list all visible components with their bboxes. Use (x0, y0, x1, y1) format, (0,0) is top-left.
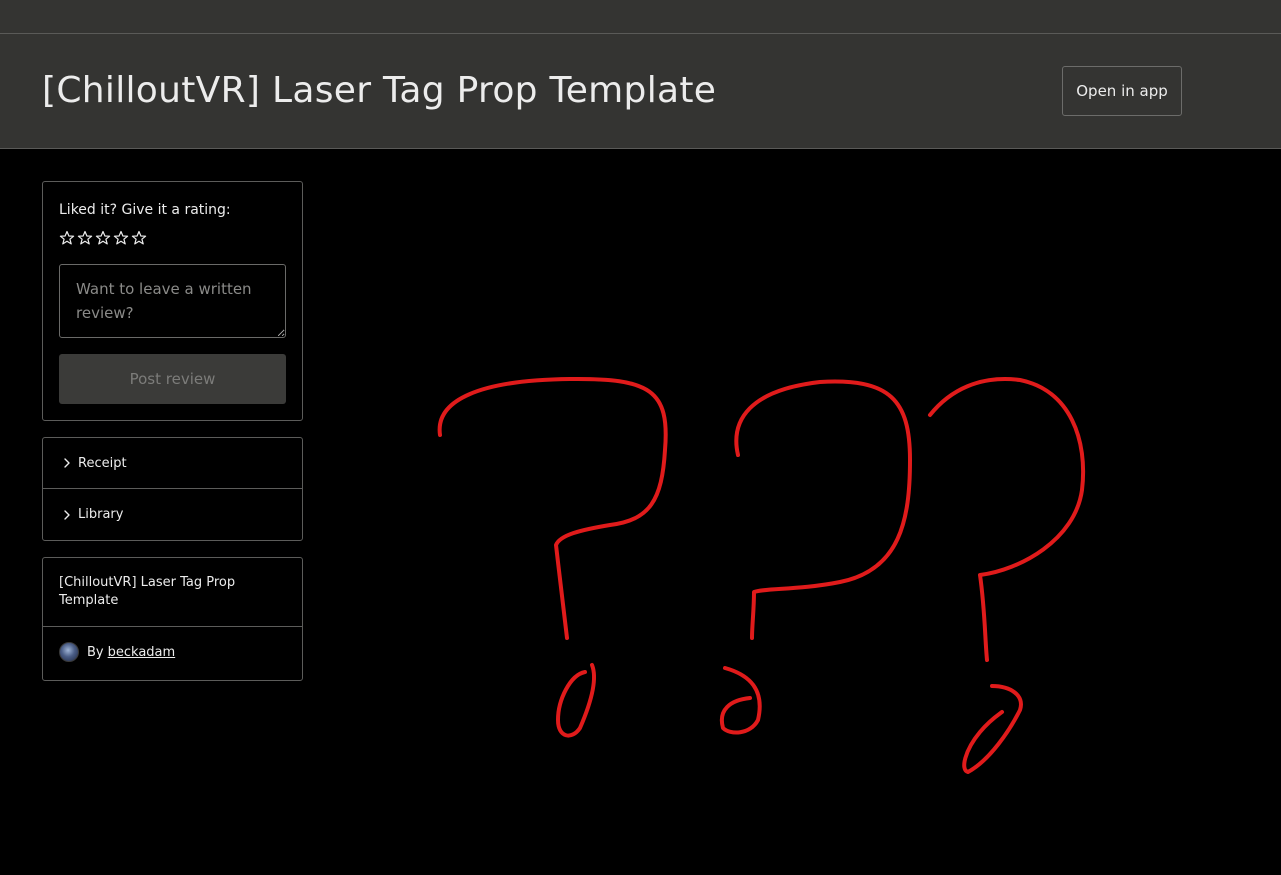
chevron-right-icon (61, 457, 73, 469)
item-title: [ChilloutVR] Laser Tag Prop Template (59, 575, 236, 608)
question-marks-drawing (437, 376, 1086, 774)
accordion-item-library[interactable]: Library (43, 489, 302, 540)
accordion-label-library: Library (78, 507, 124, 522)
star-icon-2[interactable] (77, 230, 93, 246)
by-label: By (87, 644, 104, 660)
star-icon-4[interactable] (113, 230, 129, 246)
review-textarea[interactable] (59, 264, 286, 338)
star-icon-3[interactable] (95, 230, 111, 246)
page-title: [ChilloutVR] Laser Tag Prop Template (42, 70, 717, 111)
author-row: By beckadam (59, 642, 175, 662)
page-header: [ChilloutVR] Laser Tag Prop Template Ope… (0, 34, 1281, 149)
accordion-label-receipt: Receipt (78, 455, 127, 471)
accordion-card: Receipt Library (42, 437, 303, 541)
avatar (59, 642, 79, 662)
open-in-app-button[interactable]: Open in app (1062, 66, 1182, 116)
star-icon-5[interactable] (131, 230, 147, 246)
preview-image (420, 360, 1120, 790)
item-info-card: [ChilloutVR] Laser Tag Prop Template By … (42, 557, 303, 681)
browser-top-strip (0, 0, 1281, 34)
post-review-button[interactable]: Post review (59, 354, 286, 404)
chevron-right-icon (61, 509, 73, 521)
accordion-item-receipt[interactable]: Receipt (43, 438, 302, 489)
star-icon-1[interactable] (59, 230, 75, 246)
rating-card: Liked it? Give it a rating: Post review (42, 181, 303, 421)
author-link[interactable]: beckadam (108, 645, 176, 660)
star-rating (59, 230, 147, 246)
divider (43, 626, 302, 627)
rating-prompt: Liked it? Give it a rating: (59, 202, 231, 218)
